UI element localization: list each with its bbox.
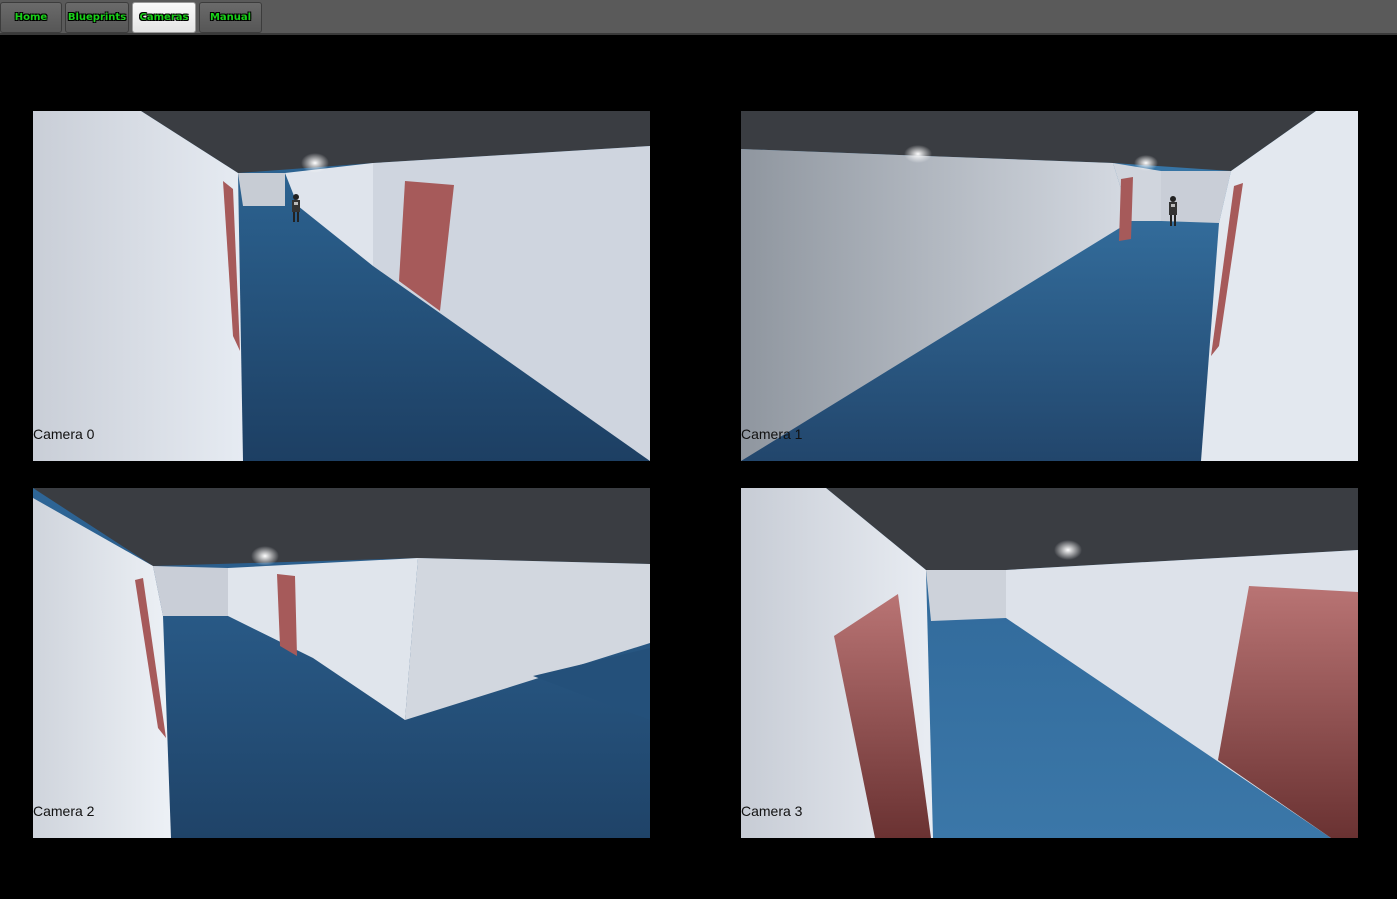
tab-manual[interactable]: Manual	[199, 2, 262, 33]
camera-feed-2[interactable]: Camera 2	[33, 488, 650, 838]
camera-label: Camera 2	[33, 803, 95, 819]
ceiling-light	[904, 145, 932, 163]
camera-label: Camera 3	[741, 803, 803, 819]
ceiling-light	[251, 546, 279, 566]
camera-0-view	[33, 111, 650, 461]
tab-blueprints[interactable]: Blueprints	[65, 2, 129, 33]
camera-2-view	[33, 488, 650, 838]
ceiling-light	[301, 153, 329, 173]
door	[277, 574, 297, 656]
tab-home[interactable]: Home	[0, 2, 62, 33]
tab-cameras[interactable]: Cameras	[132, 2, 196, 33]
door	[1119, 177, 1133, 241]
ceiling-light	[1054, 540, 1082, 560]
camera-3-view	[741, 488, 1358, 838]
far-wall	[238, 173, 285, 206]
left-wall	[33, 111, 243, 461]
camera-label: Camera 1	[741, 426, 803, 442]
camera-label: Camera 0	[33, 426, 95, 442]
ceiling-light	[1134, 155, 1158, 171]
camera-feed-3[interactable]: Camera 3	[741, 488, 1358, 838]
far-wall	[926, 570, 1006, 621]
camera-1-view	[741, 111, 1358, 461]
far-wall	[153, 566, 228, 616]
camera-feed-1[interactable]: Camera 1	[741, 111, 1358, 461]
camera-feed-0[interactable]: Camera 0	[33, 111, 650, 461]
top-nav-bar: Home Blueprints Cameras Manual	[0, 0, 1397, 35]
